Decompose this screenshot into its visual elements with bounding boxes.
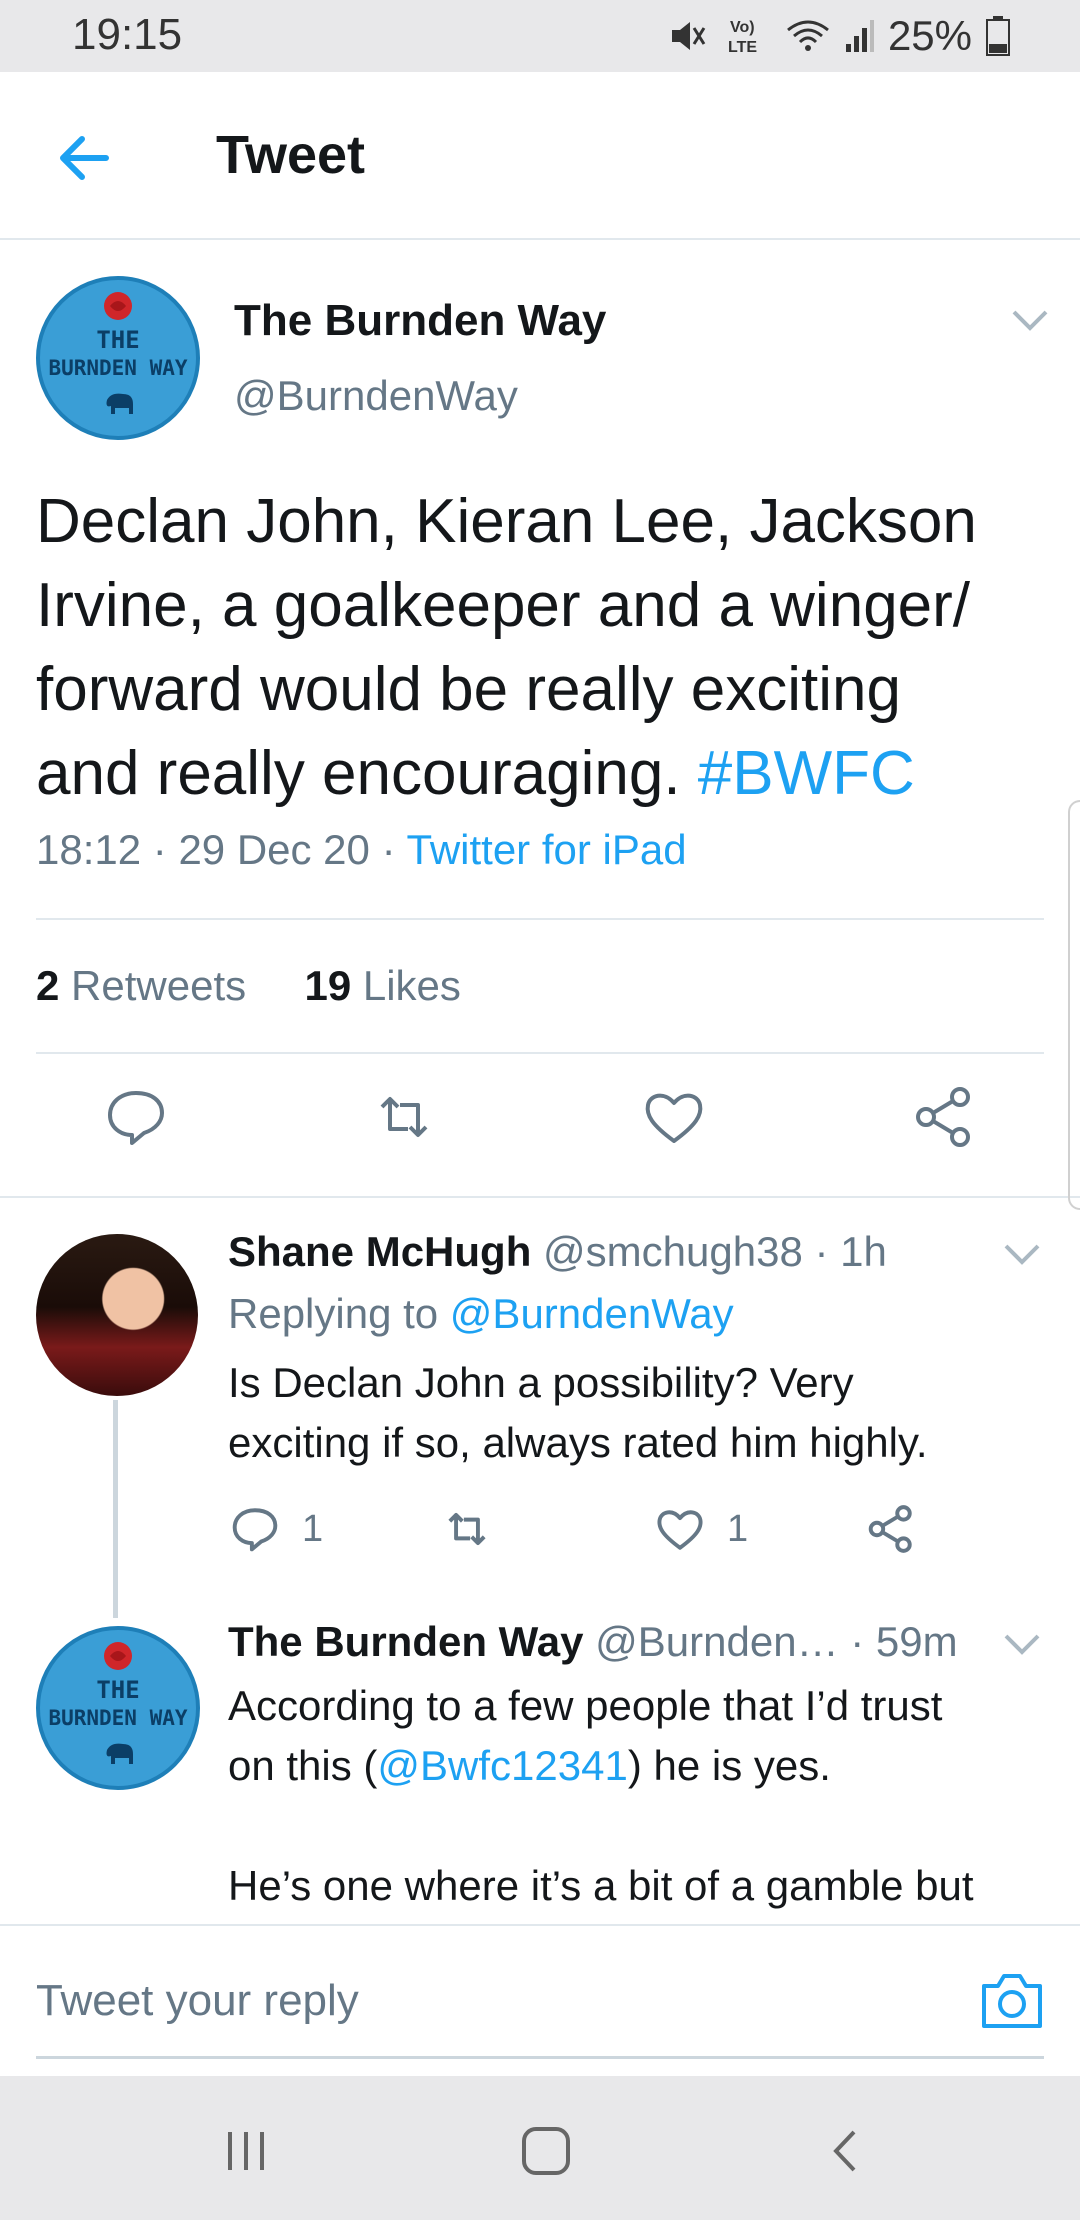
rose-icon [104,292,132,320]
reply-icon[interactable] [230,1504,280,1554]
heart-icon[interactable] [642,1085,706,1149]
share-icon[interactable] [912,1085,976,1149]
reply-header: Shane McHugh @smchugh38 · 1h [228,1228,887,1275]
divider [36,1052,1044,1054]
divider [36,918,1044,920]
retweets-stat[interactable]: 2 Retweets [36,962,246,1009]
svg-text:LTE: LTE [728,39,757,56]
tweet-text: According to a few people that I’d trust… [228,1682,974,1909]
tweet-date: 29 Dec 20 [178,826,370,873]
author-handle[interactable]: @smchugh38 [543,1228,803,1275]
tweet-actions [0,1085,1080,1165]
battery-percent: 25% [887,12,972,59]
top-app-bar: Tweet [0,72,1080,240]
back-arrow-icon[interactable] [52,126,116,190]
tweet-text: Is Declan John a possibility? Very excit… [228,1359,928,1466]
mention-link[interactable]: @Bwfc12341 [377,1742,627,1789]
reply-icon[interactable] [104,1085,168,1149]
scroll-handle[interactable] [1068,800,1080,1210]
status-bar: 19:15 Vo) LTE 25% [0,0,1080,72]
signal-icon [845,20,874,52]
author-handle[interactable]: @BurndenWay [234,372,518,420]
recent-apps-icon[interactable] [216,2126,276,2176]
status-time: 19:15 [72,10,183,59]
page-title: Tweet [216,125,366,185]
input-underline [36,2056,1044,2059]
volte-icon: Vo) LTE [728,19,757,56]
reply-action[interactable]: 1 [230,1504,323,1554]
replying-to: Replying to @BurndenWay [228,1290,734,1337]
share-icon[interactable] [866,1504,916,1554]
like-action[interactable]: 1 [655,1504,748,1554]
wifi-icon [787,20,829,51]
tweet-age: 59m [875,1618,958,1665]
reply-header: The Burnden Way @Burnden… · 59m [228,1618,958,1665]
reply-input[interactable]: Tweet your reply [36,1976,359,2026]
svg-text:Vo): Vo) [730,19,755,36]
mention-link[interactable]: @BurndenWay [450,1290,734,1337]
reply-count: 1 [302,1507,324,1550]
author-name[interactable]: The Burnden Way [234,296,606,346]
chevron-down-icon[interactable] [1010,308,1050,332]
retweet-action[interactable] [442,1504,492,1554]
avatar[interactable]: THE BURNDEN WAY [36,1626,200,1790]
camera-icon[interactable] [980,1970,1044,2030]
mute-icon [671,22,706,50]
hashtag-link[interactable]: #BWFC [698,739,915,808]
like-count: 1 [727,1507,749,1550]
back-icon[interactable] [818,2126,878,2176]
divider [0,1196,1080,1198]
elephant-icon [106,393,133,414]
chevron-down-icon[interactable] [1002,1632,1042,1656]
tweet-text: Declan John, Kieran Lee, Jackson Irvine,… [36,487,977,808]
likes-stat[interactable]: 19 Likes [304,962,460,1009]
retweet-icon[interactable] [442,1504,492,1554]
heart-icon[interactable] [655,1504,705,1554]
avatar[interactable]: THE BURNDEN WAY [36,276,200,440]
home-icon[interactable] [516,2126,576,2176]
chevron-down-icon[interactable] [1002,1242,1042,1266]
author-handle[interactable]: @Burnden… [595,1618,838,1665]
tweet-meta: 18:12 · 29 Dec 20 · Twitter for iPad [36,826,687,873]
author-name[interactable]: Shane McHugh [228,1228,531,1275]
reply-composer: Tweet your reply [0,1924,1080,2074]
retweet-icon[interactable] [372,1085,436,1149]
elephant-icon [106,1743,133,1764]
thread-line [113,1400,118,1618]
system-nav-bar [0,2076,1080,2220]
tweet-time: 18:12 [36,826,142,873]
tweet-age: 1h [840,1228,887,1275]
author-name[interactable]: The Burnden Way [228,1618,583,1665]
tweet-stats: 2 Retweets 19 Likes [36,962,461,1010]
share-action[interactable] [866,1504,916,1554]
battery-icon [986,16,1010,56]
reply-tweet: THE BURNDEN WAY The Burnden Way @Burnden… [0,1600,1080,1924]
status-icons: Vo) LTE 25% [668,12,1010,60]
tweet-source[interactable]: Twitter for iPad [406,826,686,873]
rose-icon [104,1642,132,1670]
avatar[interactable] [36,1234,198,1396]
